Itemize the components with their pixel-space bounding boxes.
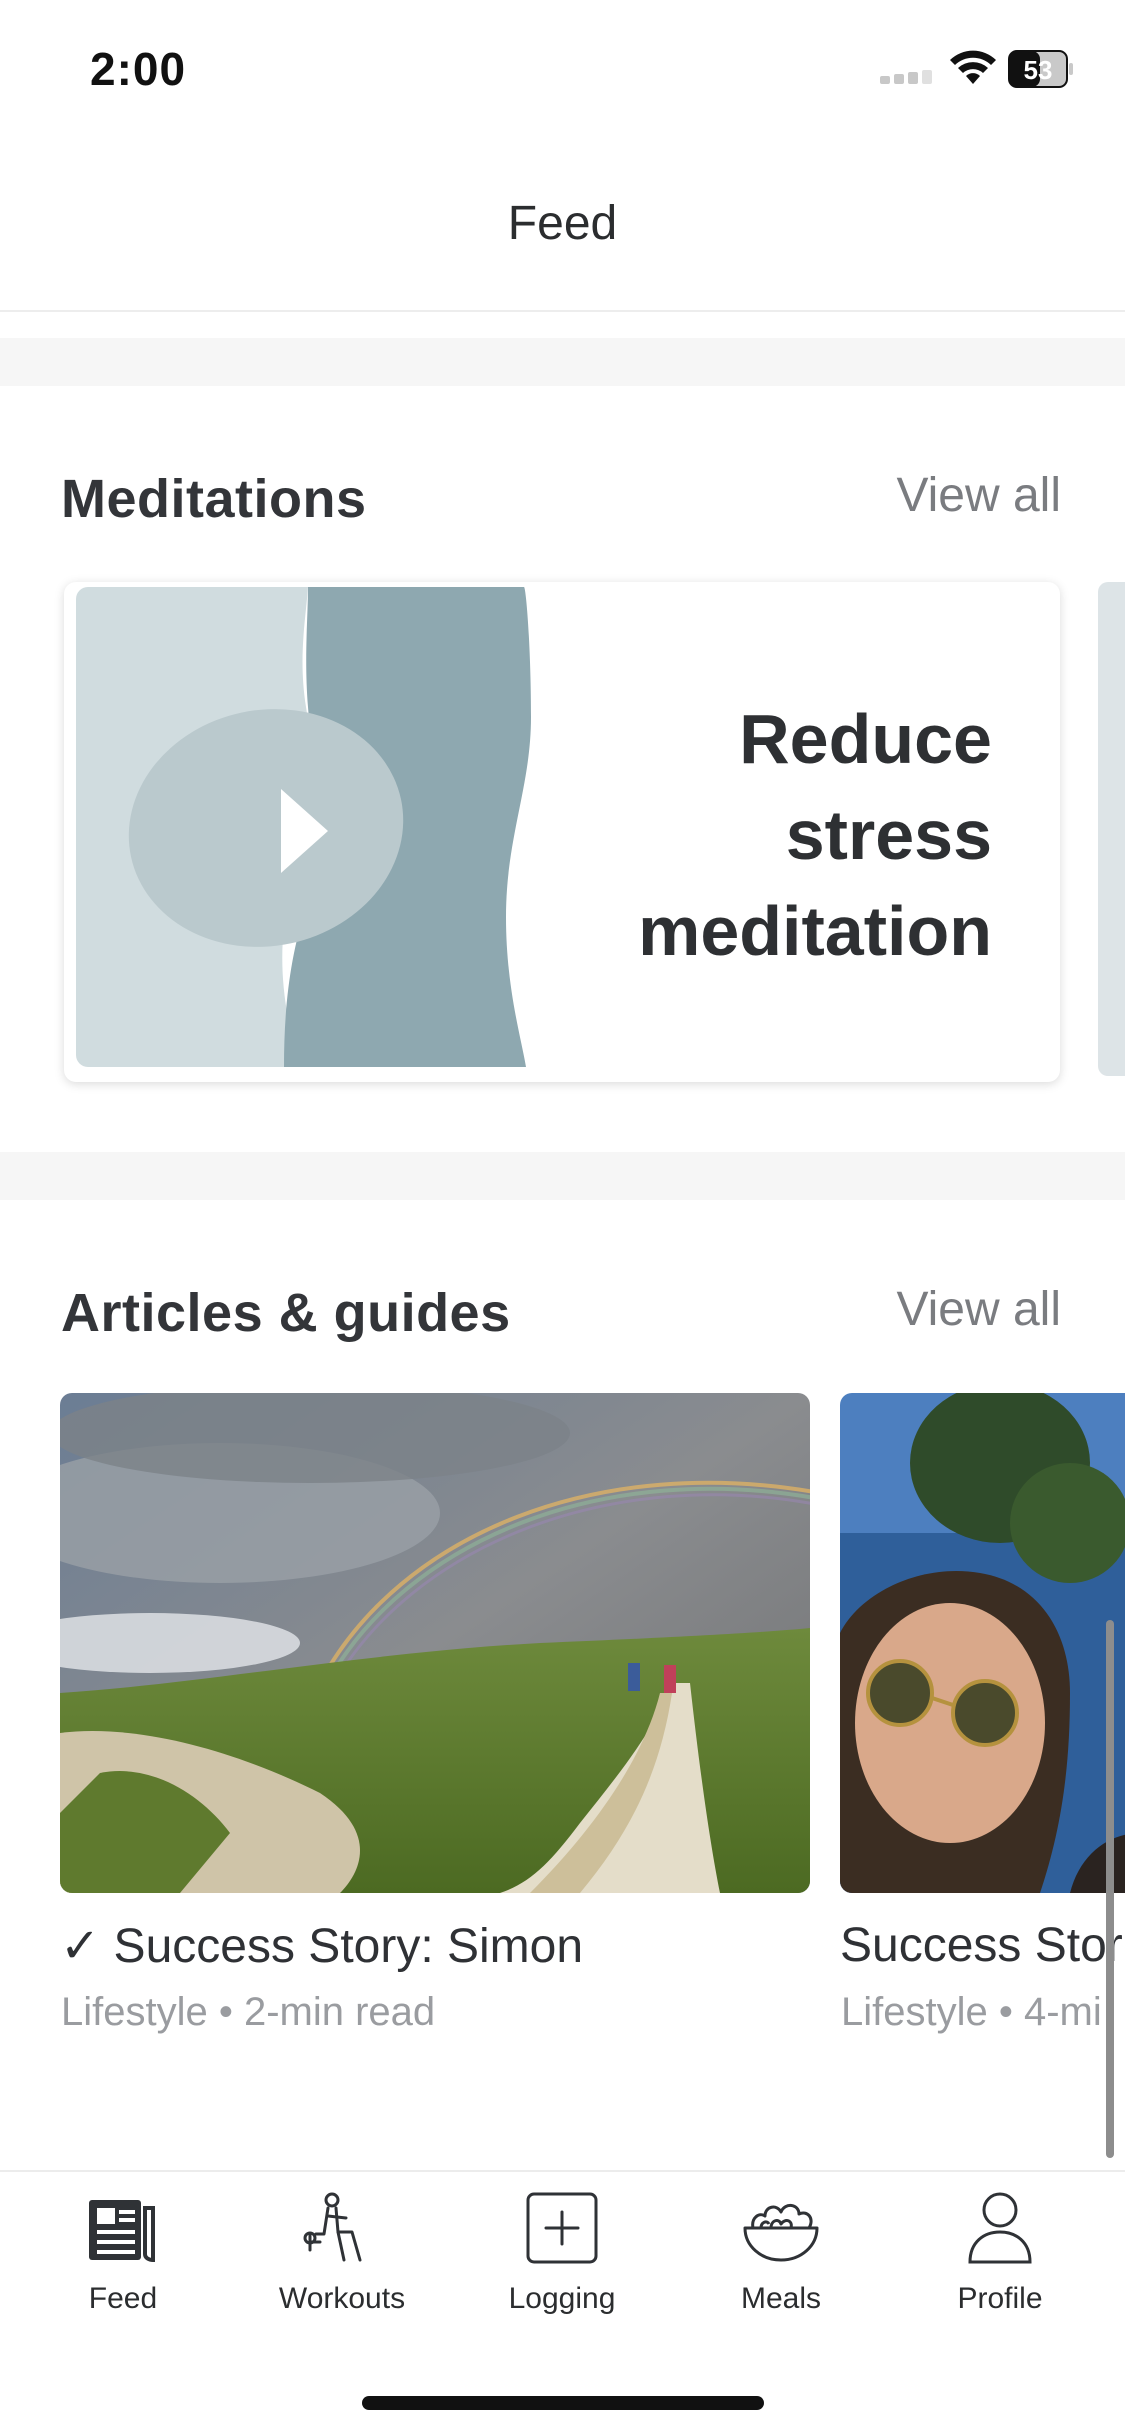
home-indicator[interactable]: [362, 2396, 764, 2410]
article-title[interactable]: ✓ Success Story: Simon: [60, 1918, 583, 1974]
tab-label: Workouts: [278, 2282, 406, 2315]
article-card-image[interactable]: [60, 1393, 810, 1893]
tab-label: Profile: [957, 2282, 1043, 2315]
section-divider: [0, 1152, 1125, 1200]
status-time: 2:00: [90, 43, 187, 95]
newspaper-icon: [89, 2200, 155, 2263]
workout-figure-icon: [303, 2192, 362, 2262]
tab-meals[interactable]: Meals: [671, 2188, 891, 2338]
tab-label: Logging: [508, 2282, 616, 2315]
landscape-photo: [60, 1393, 810, 1893]
tab-profile[interactable]: Profile: [890, 2188, 1110, 2338]
tab-feed[interactable]: Feed: [13, 2188, 233, 2338]
section-divider: [0, 338, 1125, 386]
articles-title: Articles & guides: [61, 1283, 511, 1343]
plus-square-icon: [526, 2192, 598, 2264]
meditations-view-all-link[interactable]: View all: [896, 468, 1061, 523]
meditation-artwork: [76, 587, 536, 1067]
wifi-icon: [950, 50, 996, 84]
article-meta: Lifestyle • 4-mi: [841, 1990, 1102, 2034]
battery-icon: 53: [1008, 50, 1073, 88]
next-meditation-card-peek[interactable]: [1098, 582, 1125, 1076]
tab-label: Meals: [740, 2282, 822, 2315]
page-title: Feed: [507, 197, 618, 250]
person-icon: [968, 2192, 1032, 2264]
articles-view-all-link[interactable]: View all: [896, 1282, 1061, 1337]
cellular-signal-icon: [880, 70, 932, 84]
portrait-photo: [840, 1393, 1125, 1893]
feed-screen: 2:00 53 Feed Meditations View all Reduce…: [0, 0, 1125, 2436]
battery-level: 53: [1024, 55, 1053, 85]
meditation-card-title: Reduce stress meditation: [638, 700, 992, 970]
article-title[interactable]: Success Stor: [840, 1918, 1123, 1973]
meditation-card-inner: Reduce stress meditation: [76, 587, 1048, 1067]
meditations-title: Meditations: [61, 469, 367, 529]
tab-label: Feed: [88, 2282, 158, 2315]
article-meta: Lifestyle • 2-min read: [61, 1990, 436, 2034]
meditation-card[interactable]: Reduce stress meditation: [64, 582, 1060, 1082]
status-bar: 2:00 53: [0, 0, 1125, 138]
article-card-image[interactable]: [840, 1393, 1125, 1893]
tab-workouts[interactable]: Workouts: [232, 2188, 452, 2338]
scrollbar[interactable]: [1106, 1620, 1114, 2158]
tab-logging[interactable]: Logging: [452, 2188, 672, 2338]
salad-bowl-icon: [743, 2204, 819, 2262]
nav-header: Feed: [0, 138, 1125, 312]
